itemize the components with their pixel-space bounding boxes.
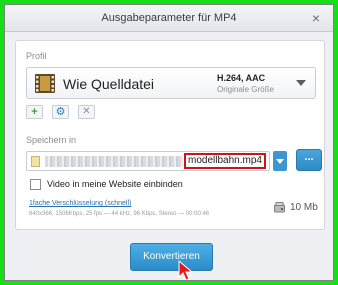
film-icon [35, 74, 55, 93]
encoding-mode-link[interactable]: 1fache Verschlüsselung (schnell) [29, 200, 131, 207]
remove-profile-button[interactable]: ✕ [78, 105, 95, 119]
chevron-down-icon [296, 80, 306, 86]
mouse-cursor-icon [178, 260, 194, 280]
browse-button[interactable]: ... [296, 149, 322, 171]
gear-icon[interactable]: ⚙ [52, 105, 69, 119]
output-filename: modellbahn.mp4 [184, 153, 266, 169]
close-icon[interactable]: × [309, 11, 323, 25]
profile-size-note: Originale Größe [217, 85, 274, 94]
profile-label: Profil [26, 51, 47, 61]
website-embed-checkbox[interactable] [30, 179, 41, 190]
title-bar: Ausgabeparameter für MP4 × [5, 5, 333, 32]
website-embed-label: Video in meine Website einbinden [47, 179, 183, 189]
settings-panel: Profil Wie Quelldatei H.264, AAC Origina… [15, 40, 325, 230]
folder-icon [31, 156, 40, 167]
hard-drive-icon [274, 202, 285, 213]
profile-dropdown[interactable]: Wie Quelldatei H.264, AAC Originale Größ… [26, 67, 316, 99]
output-parameters-dialog: Ausgabeparameter für MP4 × Profil Wie Qu… [4, 4, 334, 281]
profile-codec: H.264, AAC [217, 73, 266, 83]
profile-name: Wie Quelldatei [63, 76, 155, 92]
convert-button[interactable]: Konvertieren [130, 243, 213, 271]
save-in-label: Speichern in [26, 135, 77, 145]
path-history-dropdown[interactable] [273, 151, 287, 171]
encoding-details: 640x366, 1506Kbps, 25 fps — 44 kHz, 96 K… [29, 211, 210, 217]
estimated-size: 10 Mb [290, 202, 318, 213]
blurred-path [45, 156, 183, 167]
window-title: Ausgabeparameter für MP4 [101, 12, 237, 24]
add-profile-button[interactable]: + [26, 105, 43, 119]
save-path-field[interactable]: modellbahn.mp4 [26, 151, 270, 171]
